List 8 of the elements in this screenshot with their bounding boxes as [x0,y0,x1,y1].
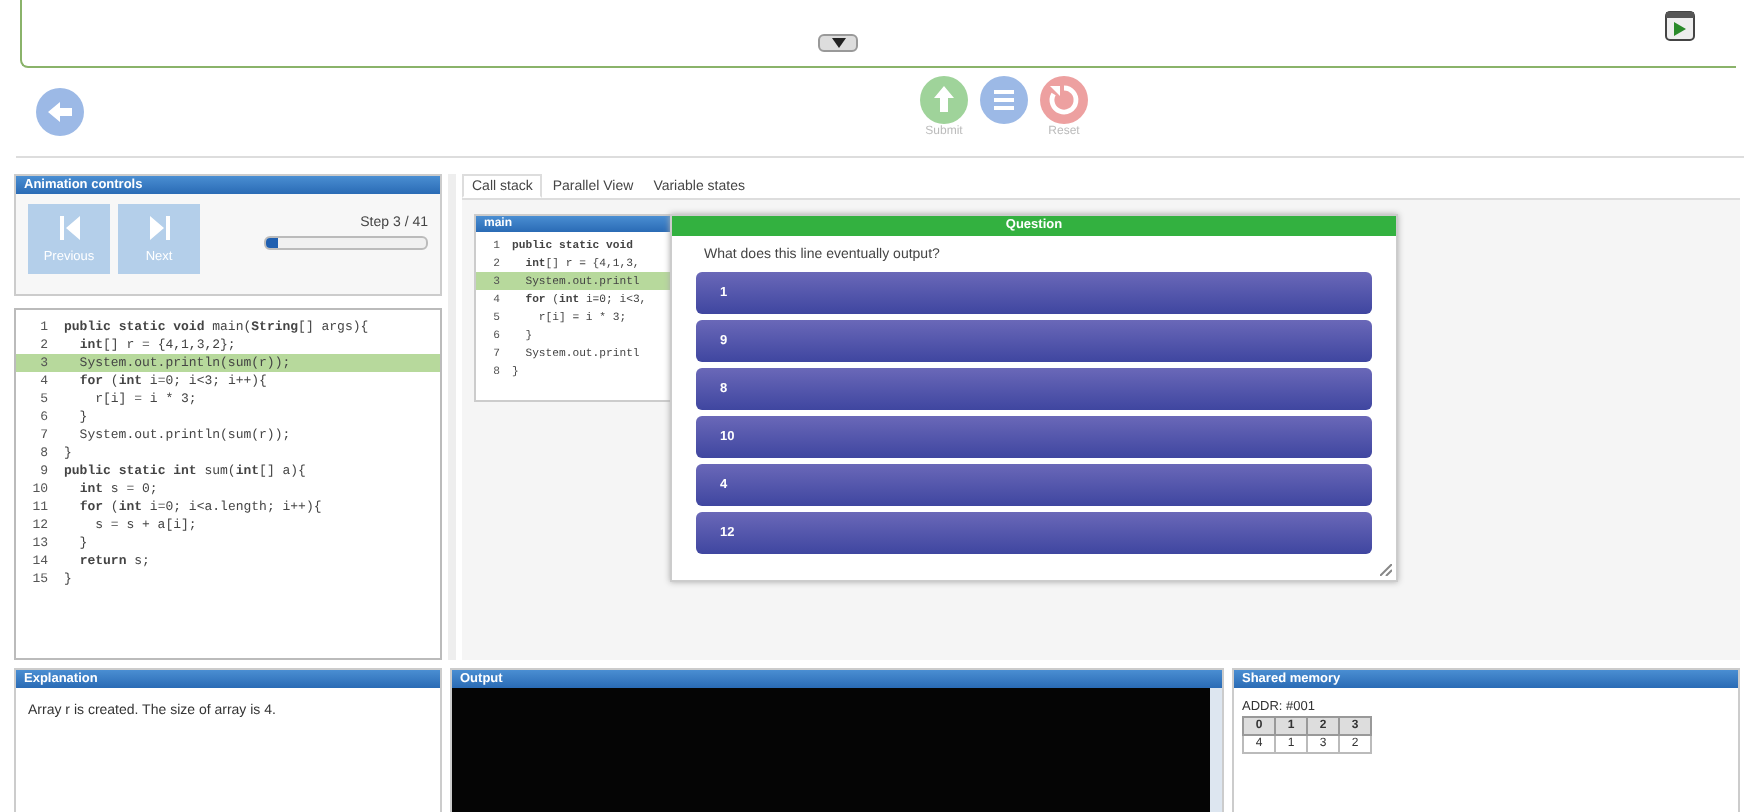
back-button[interactable] [36,88,84,136]
step-back-icon [59,215,79,239]
run-icon[interactable] [1664,10,1696,42]
scrollbar[interactable] [1210,688,1222,812]
collapse-button[interactable] [818,34,858,52]
step-forward-icon [149,215,169,239]
resize-grip-icon[interactable] [1380,564,1392,576]
caret-icon [831,38,845,48]
